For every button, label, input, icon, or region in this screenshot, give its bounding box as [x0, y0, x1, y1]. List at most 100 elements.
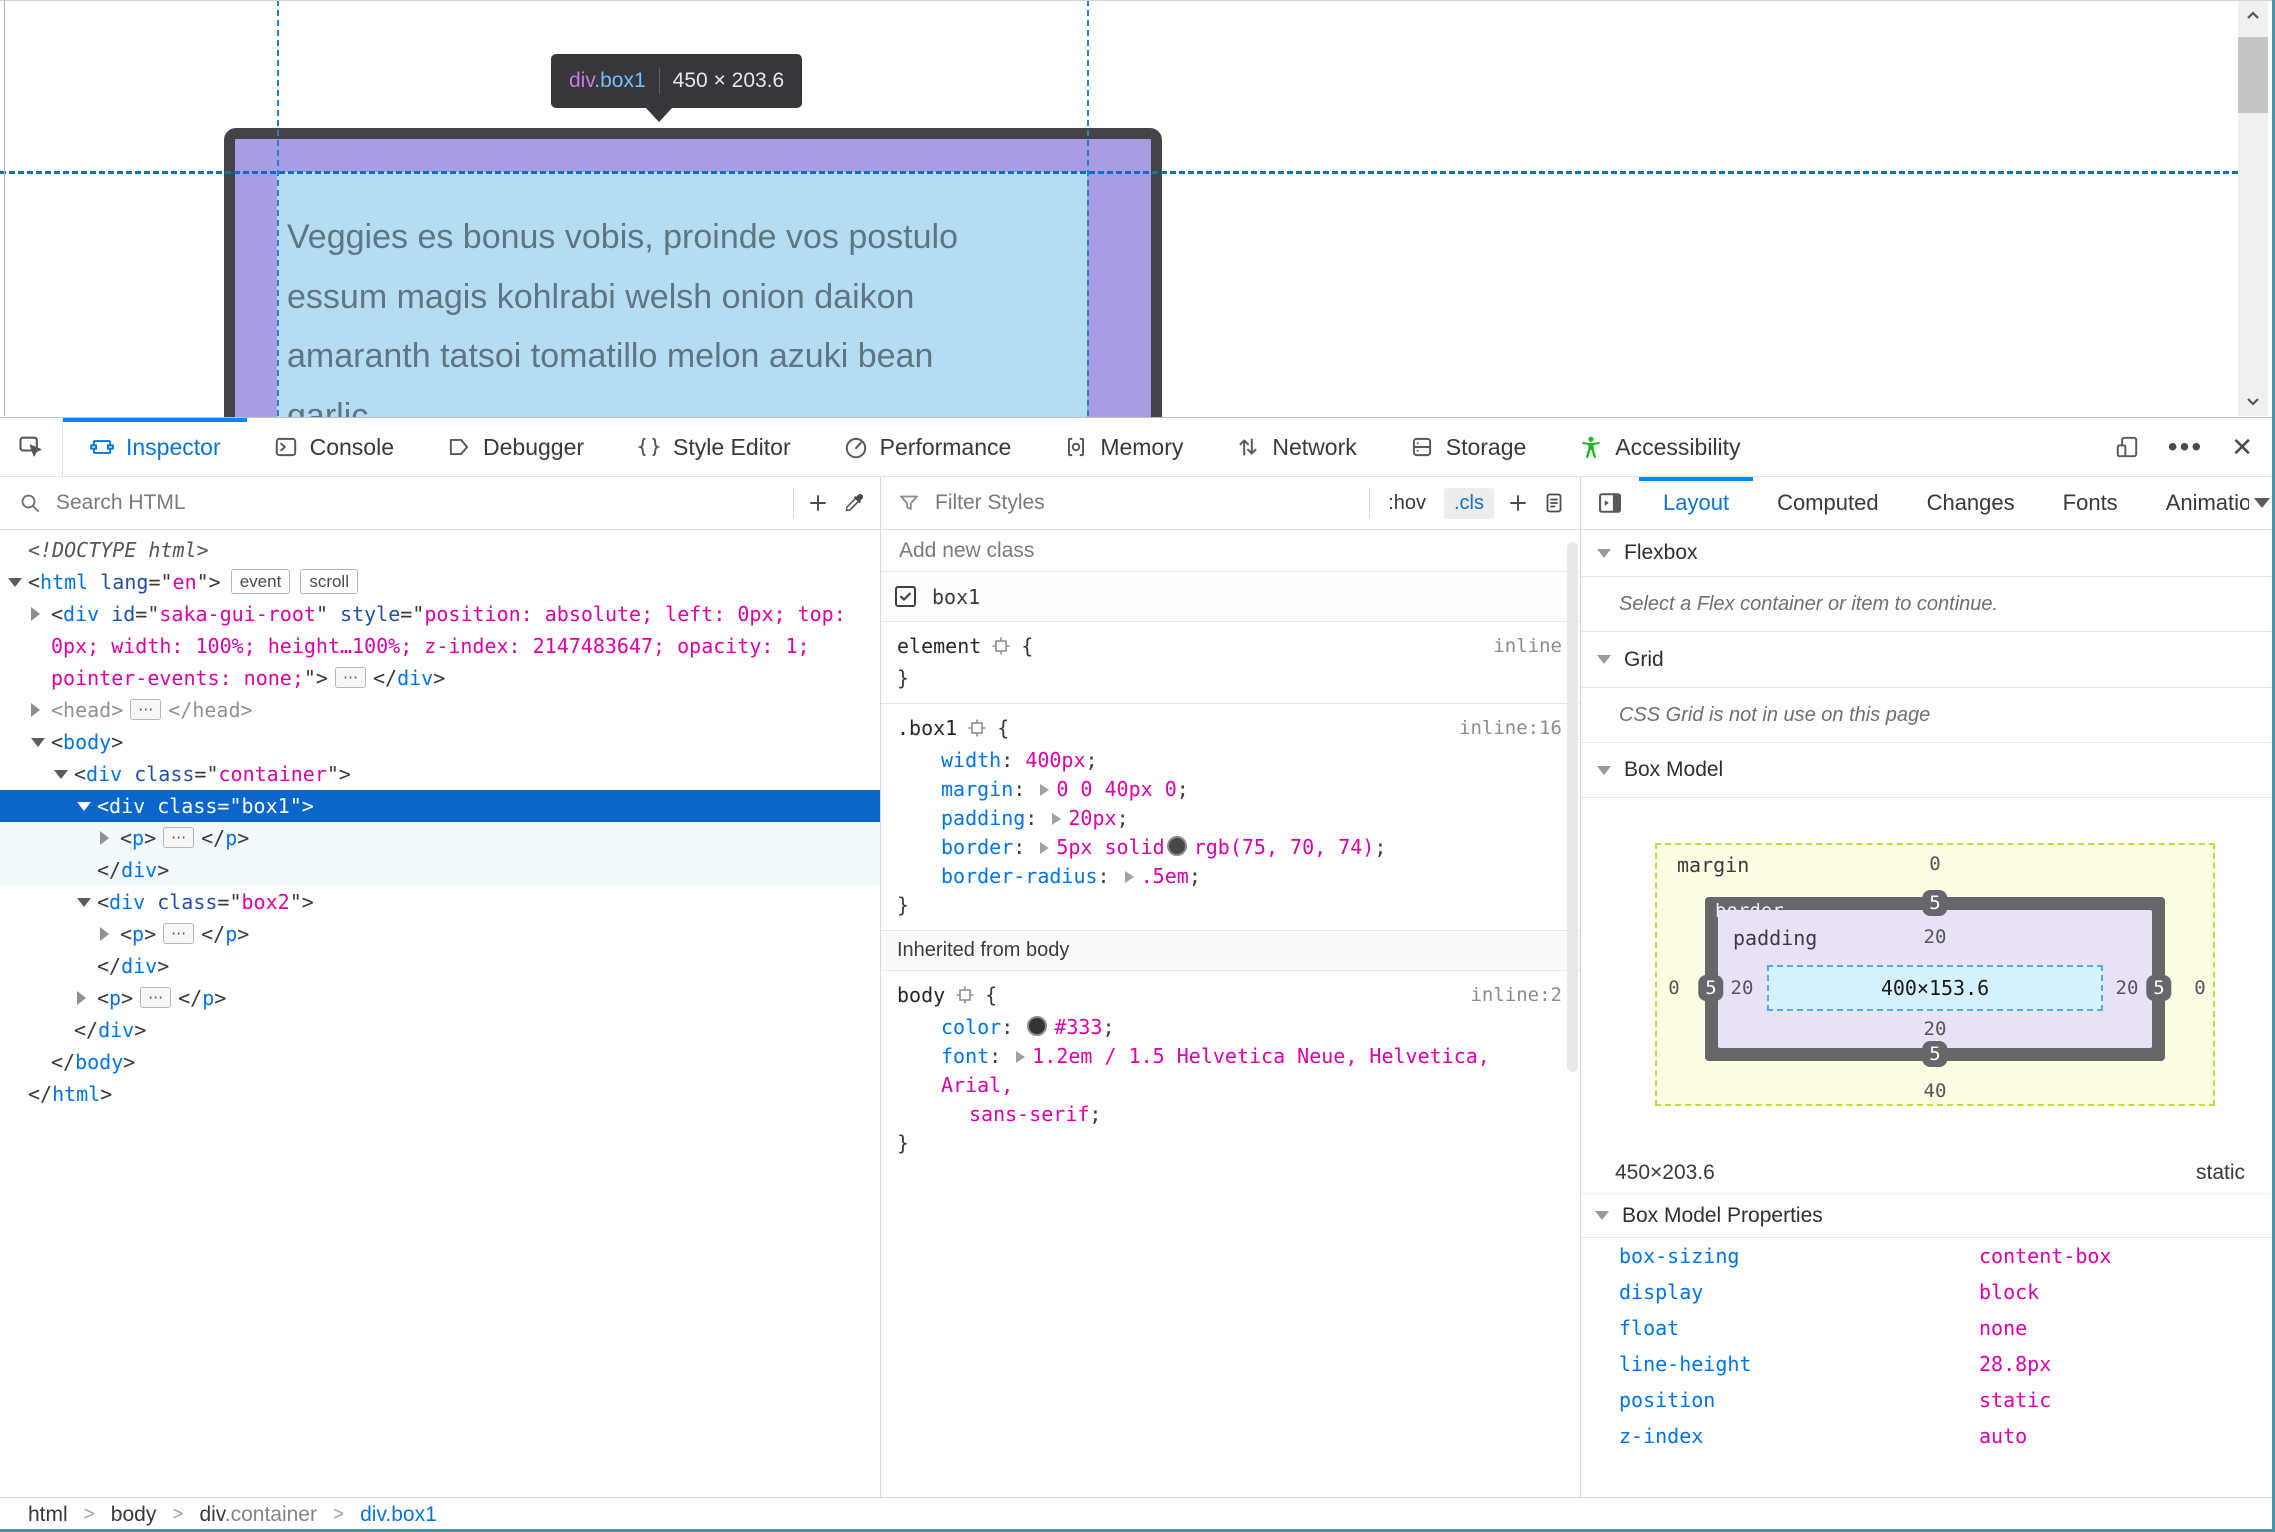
property-value[interactable]: .5em [1141, 864, 1189, 888]
tab-storage[interactable]: Storage [1383, 418, 1553, 476]
tab-console[interactable]: Console [247, 418, 420, 476]
property-name[interactable]: width [941, 748, 1001, 772]
sidebar-tab-fonts[interactable]: Fonts [2039, 477, 2142, 529]
stylesheet-source-link[interactable]: inline [1493, 632, 1562, 661]
border-bottom-value[interactable]: 5 [1922, 1041, 1948, 1067]
markup-row[interactable]: </body> [0, 1046, 880, 1078]
meatball-menu-icon[interactable]: ••• [2168, 433, 2203, 461]
sidebar-toggle-icon[interactable] [1581, 489, 1639, 517]
boxmodel-margin-region[interactable]: margin 0 0 0 40 border padding 5 5 5 5 [1655, 843, 2215, 1106]
tab-debugger[interactable]: Debugger [420, 418, 610, 476]
scrollbar-thumb[interactable] [2238, 37, 2268, 113]
stylesheet-source-link[interactable]: inline:16 [1459, 714, 1562, 743]
color-swatch[interactable] [1027, 1016, 1048, 1036]
twisty-icon[interactable] [77, 898, 91, 907]
expand-arrow-icon[interactable] [1052, 813, 1062, 825]
tab-accessibility[interactable]: Accessibility [1552, 418, 1766, 476]
breadcrumb-item[interactable]: div.container [199, 1503, 317, 1527]
markup-row[interactable]: <div class="box1"> [0, 790, 880, 822]
tab-style-editor[interactable]: Style Editor [610, 418, 817, 476]
twisty-icon[interactable] [100, 927, 109, 941]
flexbox-section-header[interactable]: Flexbox [1581, 530, 2275, 577]
property-name[interactable]: font [941, 1044, 989, 1068]
sidebar-tab-computed[interactable]: Computed [1753, 477, 1903, 529]
filter-styles-input[interactable] [933, 490, 1358, 516]
twisty-icon[interactable] [77, 802, 91, 811]
expand-arrow-icon[interactable] [1124, 871, 1134, 883]
expand-arrow-icon[interactable] [1040, 842, 1050, 854]
boxmodel-properties-header[interactable]: Box Model Properties [1581, 1193, 2275, 1238]
markup-row[interactable]: <div class="box2"> [0, 886, 880, 918]
margin-left-value[interactable]: 0 [1668, 977, 1679, 999]
add-node-icon[interactable] [806, 491, 830, 515]
property-value[interactable]: 20px [1068, 806, 1116, 830]
margin-right-value[interactable]: 0 [2194, 977, 2205, 999]
tab-performance[interactable]: Performance [817, 418, 1038, 476]
inline-text-ellipsis-badge[interactable]: ⋯ [334, 667, 366, 688]
css-declaration[interactable]: font: 1.2em / 1.5 Helvetica Neue, Helvet… [897, 1042, 1564, 1100]
tab-inspector[interactable]: Inspector [63, 418, 247, 476]
tab-memory[interactable]: Memory [1037, 418, 1209, 476]
boxmodel-section-header[interactable]: Box Model [1581, 743, 2275, 798]
padding-right-value[interactable]: 20 [2116, 977, 2139, 999]
twisty-icon[interactable] [54, 770, 68, 779]
property-value[interactable]: 5px solid [1056, 835, 1164, 859]
markup-row[interactable]: <p> ⋯ </p> [0, 982, 880, 1014]
breadcrumb-item[interactable]: html [28, 1503, 68, 1527]
markup-row[interactable]: <p> ⋯ </p> [0, 822, 880, 854]
tab-network[interactable]: Network [1209, 418, 1382, 476]
twisty-icon[interactable] [100, 831, 109, 845]
expand-arrow-icon[interactable] [1016, 1051, 1026, 1063]
markup-row[interactable]: <!DOCTYPE html> [0, 534, 880, 566]
add-rule-icon[interactable] [1506, 491, 1530, 515]
markup-row[interactable]: pointer-events: none;"> ⋯ </div> [0, 662, 880, 694]
color-swatch[interactable] [1166, 836, 1187, 856]
padding-top-value[interactable]: 20 [1924, 926, 1947, 948]
breadcrumb-item[interactable]: body [111, 1503, 157, 1527]
css-declaration[interactable]: border-radius: .5em; [897, 862, 1564, 891]
property-value[interactable]: sans-serif [969, 1102, 1089, 1126]
inline-text-ellipsis-badge[interactable]: ⋯ [163, 923, 195, 944]
border-right-value[interactable]: 5 [2146, 975, 2172, 1001]
search-html-input[interactable] [54, 490, 781, 516]
property-value[interactable]: #333 [1054, 1015, 1102, 1039]
property-name[interactable]: padding [941, 806, 1025, 830]
markup-row[interactable]: </html> [0, 1078, 880, 1110]
markup-row[interactable]: <body> [0, 726, 880, 758]
add-new-class-input[interactable] [897, 537, 1564, 564]
markup-row[interactable]: <head> ⋯ </head> [0, 694, 880, 726]
twisty-icon[interactable] [31, 703, 40, 717]
padding-bottom-value[interactable]: 20 [1924, 1018, 1947, 1040]
highlight-selector-target-icon[interactable] [955, 984, 975, 1013]
rules-scrollbar-thumb[interactable] [1567, 542, 1578, 1072]
border-top-value[interactable]: 5 [1922, 890, 1948, 916]
toggle-pseudo-classes-button[interactable]: :hov [1382, 489, 1432, 518]
margin-top-value[interactable]: 0 [1929, 853, 1940, 875]
breadcrumb-item-selected[interactable]: div.box1 [360, 1503, 437, 1527]
class-checkbox[interactable] [895, 586, 916, 607]
stylesheet-source-link[interactable]: inline:2 [1470, 981, 1562, 1010]
twisty-icon[interactable] [77, 991, 86, 1005]
property-value[interactable]: rgb(75, 70, 74) [1194, 835, 1375, 859]
markup-row[interactable]: <div class="container"> [0, 758, 880, 790]
close-devtools-icon[interactable]: ✕ [2231, 434, 2253, 460]
dom-event-badge[interactable]: event [230, 569, 291, 594]
property-name[interactable]: color [941, 1015, 1001, 1039]
markup-row[interactable]: </div> [0, 1014, 880, 1046]
inline-text-ellipsis-badge[interactable]: ⋯ [163, 827, 195, 848]
css-declaration[interactable]: border: 5px solid rgb(75, 70, 74); [897, 833, 1564, 862]
property-name[interactable]: margin [941, 777, 1013, 801]
print-simulation-icon[interactable] [1542, 491, 1566, 515]
css-declaration[interactable]: padding: 20px; [897, 804, 1564, 833]
padding-left-value[interactable]: 20 [1731, 977, 1754, 999]
eyedropper-icon[interactable] [842, 491, 866, 515]
expand-arrow-icon[interactable] [1040, 784, 1050, 796]
property-value[interactable]: 400px [1025, 748, 1085, 772]
scrollbar-down-icon[interactable] [2238, 386, 2268, 416]
page-scrollbar[interactable] [2238, 1, 2268, 416]
highlight-selector-target-icon[interactable] [991, 635, 1011, 664]
twisty-icon[interactable] [31, 607, 40, 621]
element-picker-button[interactable] [0, 418, 63, 476]
markup-row[interactable]: </div> [0, 854, 880, 886]
boxmodel-content-region[interactable]: 400×153.6 [1767, 965, 2103, 1011]
